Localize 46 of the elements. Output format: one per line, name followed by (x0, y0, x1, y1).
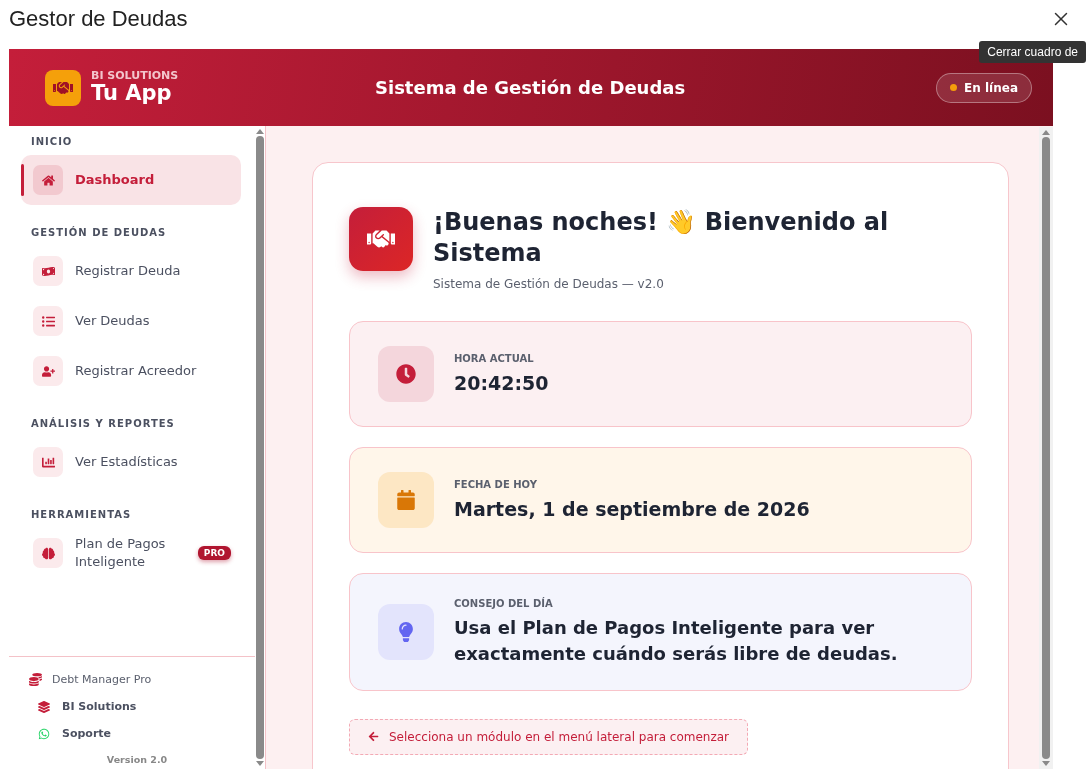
info-value: Usa el Plan de Pagos Inteligente para ver exactamente cuándo serás libre de deudas. (454, 616, 899, 666)
sidebar-item[interactable]: Ver Estadísticas (21, 437, 241, 487)
status-pill: En línea (936, 72, 1032, 103)
header-title: Sistema de Gestión de Deudas (375, 77, 687, 98)
section-heading: GESTIÓN DE DEUDAS (31, 227, 168, 238)
window-title: Gestor de Deudas (9, 5, 188, 32)
sidebar-item[interactable]: Registrar Acreedor (21, 346, 241, 396)
banknote-icon (33, 256, 63, 286)
welcome-title: ¡Buenas noches! 👋 Bienvenido al Sistema (433, 207, 890, 270)
page-scrollbar[interactable] (1039, 127, 1053, 769)
sidebar-item[interactable]: Dashboard (21, 155, 241, 205)
sidebar-item[interactable]: Ver Deudas (21, 296, 241, 346)
company-link[interactable]: BI Solutions (29, 700, 245, 713)
support-link[interactable]: Soporte (29, 727, 245, 740)
tooltip: Cerrar cuadro de (979, 41, 1086, 63)
clock-icon (378, 346, 434, 403)
layers-icon (38, 700, 50, 713)
hint-text: Selecciona un módulo en el menú lateral para comenzar (389, 729, 730, 744)
welcome-subtitle: Sistema de Gestión de Deudas — v2.0 (433, 277, 665, 292)
info-value: Martes, 1 de septiembre de 2026 (454, 496, 810, 522)
home-icon (33, 165, 63, 195)
brand-subtitle: BI SOLUTIONS (91, 69, 179, 83)
info-label: FECHA DE HOY (454, 478, 538, 490)
info-label: HORA ACTUAL (454, 352, 535, 364)
brain-icon (33, 538, 63, 568)
info-value: 20:42:50 (454, 370, 549, 396)
brand-name: Tu App (91, 82, 173, 106)
section-heading: INICIO (31, 136, 74, 147)
version-label: Version 2.0 (105, 754, 169, 765)
list-icon (33, 306, 63, 336)
sidebar-item[interactable]: Plan de Pagos Inteligente PRO (21, 528, 241, 578)
handshake-logo-icon (45, 69, 81, 106)
user-plus-icon (33, 356, 63, 386)
pro-badge: PRO (197, 546, 231, 560)
calendar-icon (378, 472, 434, 529)
lightbulb-icon (378, 604, 434, 661)
sidebar-item[interactable]: Registrar Deuda (21, 246, 241, 296)
whatsapp-icon (38, 727, 50, 740)
info-label: CONSEJO DEL DÍA (454, 598, 554, 610)
bar-chart-icon (33, 447, 63, 477)
section-heading: HERRAMIENTAS (31, 509, 133, 520)
section-heading: ANÁLISIS Y REPORTES (31, 418, 176, 429)
handshake-icon (349, 207, 413, 271)
coins-icon (29, 673, 42, 686)
arrow-left-icon (368, 731, 379, 743)
product-name: Debt Manager Pro (52, 673, 152, 686)
